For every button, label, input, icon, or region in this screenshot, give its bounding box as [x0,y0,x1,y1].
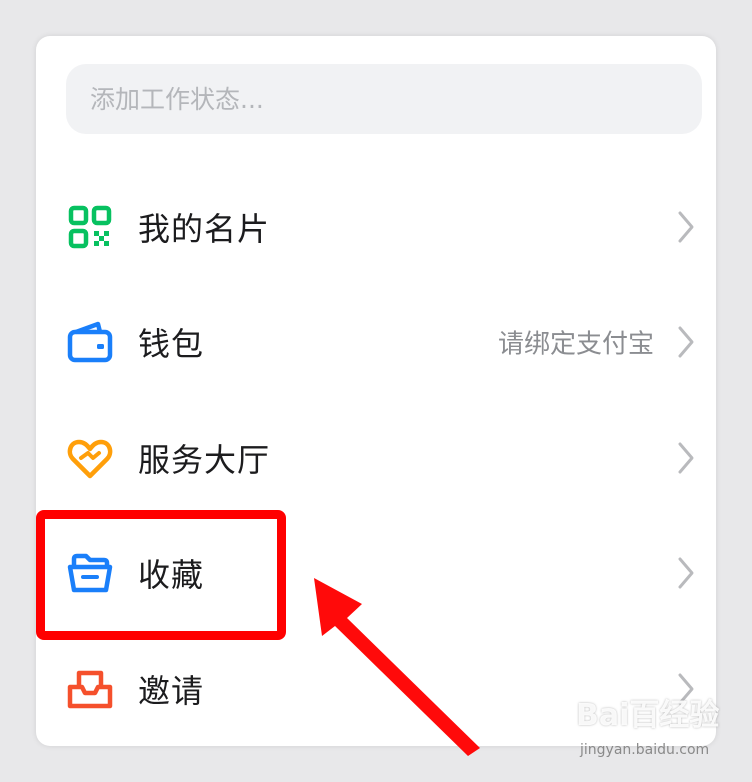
menu-item-business-card[interactable]: 我的名片 [36,170,716,284]
menu-item-service-hall[interactable]: 服务大厅 [36,401,716,515]
highlight-box-favorites [36,510,286,640]
wallet-icon [66,318,114,366]
menu-label: 钱包 [138,325,205,363]
watermark-url: jingyan.baidu.com [580,742,710,758]
menu-label: 服务大厅 [138,441,271,479]
red-arrow-annotation [314,578,480,756]
heart-service-icon [66,434,114,482]
menu-label: 邀请 [138,672,205,710]
chevron-right-icon [674,209,698,245]
chevron-right-icon [674,555,698,591]
watermark-logo: Bai百经验 [576,698,720,733]
inbox-icon [66,665,114,713]
chevron-right-icon [674,324,698,360]
alipay-binding-status: 请绑定支付宝 [497,329,654,360]
qr-code-icon [66,203,114,251]
menu-item-wallet[interactable]: 钱包 请绑定支付宝 [36,285,716,399]
baidu-jingyan-watermark: Bai百经验 jingyan.baidu.com [576,692,720,764]
menu-label: 我的名片 [138,210,271,248]
chevron-right-icon [674,440,698,476]
work-status-input[interactable] [66,64,702,134]
